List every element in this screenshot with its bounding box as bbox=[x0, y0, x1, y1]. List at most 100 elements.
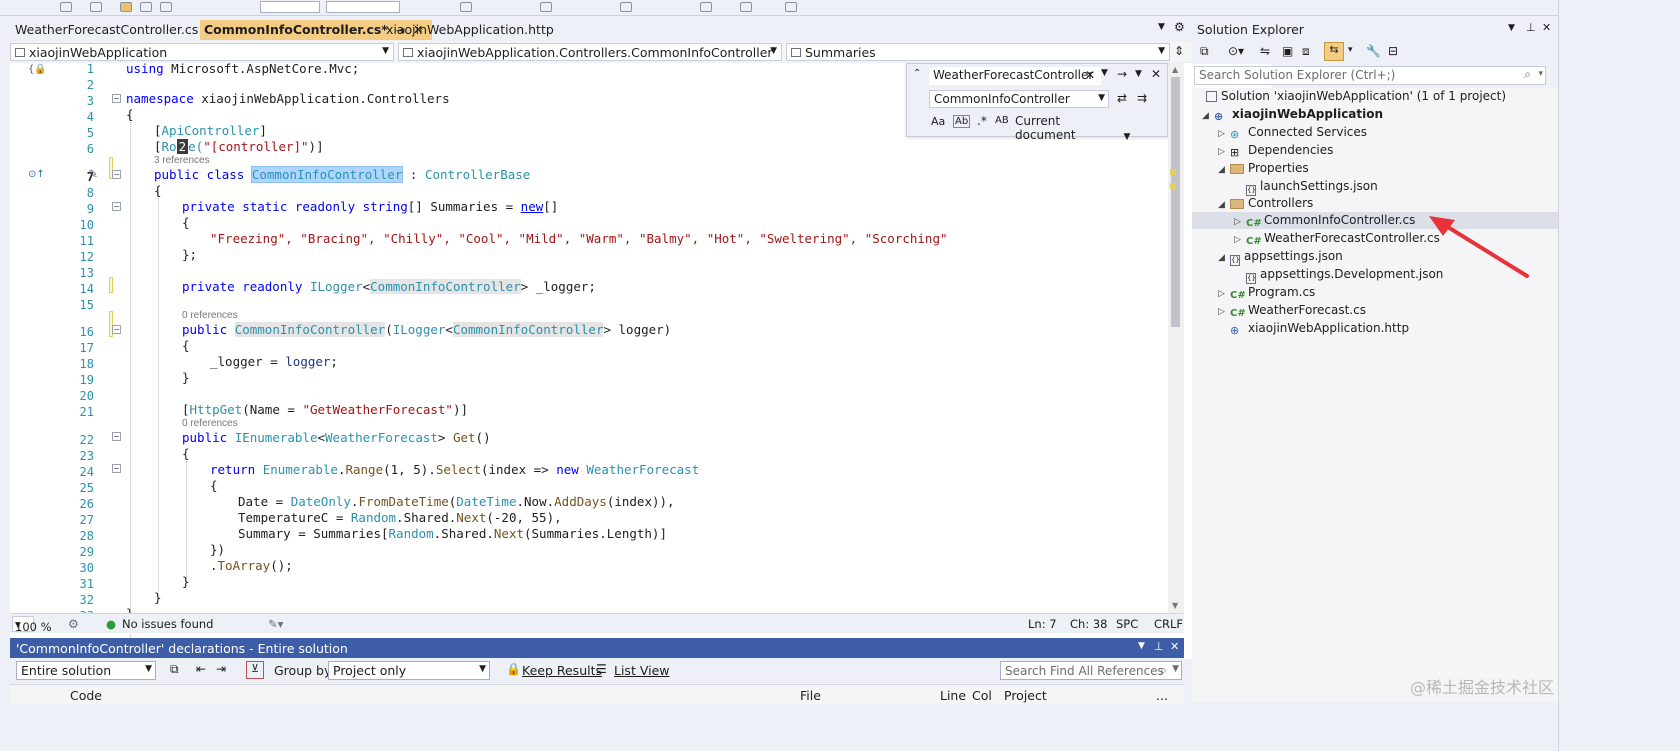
preview-selected-icon[interactable]: ⇆ bbox=[1324, 42, 1344, 61]
expanded-arrow-icon[interactable]: ◢ bbox=[1218, 250, 1230, 266]
column-col[interactable]: Col bbox=[972, 688, 992, 703]
collapsed-arrow-icon[interactable]: ▷ bbox=[1234, 232, 1246, 248]
column-more[interactable]: ... bbox=[1156, 688, 1168, 703]
refresh-icon[interactable] bbox=[540, 2, 552, 12]
tree-node-http-file[interactable]: ⊕ xiaojinWebApplication.http bbox=[1230, 320, 1409, 337]
expanded-arrow-icon[interactable]: ◢ bbox=[1218, 162, 1230, 178]
zoom-select[interactable]: 100 % ▾ bbox=[12, 616, 52, 634]
list-view-button[interactable]: List View bbox=[614, 663, 670, 678]
column-file[interactable]: File bbox=[800, 688, 821, 703]
sync-icon[interactable]: ⇋ bbox=[1260, 44, 1270, 58]
panel-menu-icon[interactable]: ▼ bbox=[1508, 23, 1515, 33]
save-icon[interactable] bbox=[90, 2, 102, 12]
match-case-toggle[interactable]: Aa bbox=[931, 115, 945, 128]
line-ending-status[interactable]: CRLF bbox=[1154, 617, 1183, 631]
tree-node-dependencies[interactable]: ▷ ⊞ Dependencies bbox=[1218, 142, 1333, 159]
split-view-icon[interactable]: ⇕ bbox=[1174, 44, 1184, 58]
save-all-icon[interactable] bbox=[140, 2, 152, 12]
fold-toggle[interactable]: − bbox=[112, 464, 121, 473]
chevron-down-icon[interactable]: ▾ bbox=[1348, 45, 1353, 55]
tab-http-file[interactable]: xiaojinWebApplication.http bbox=[378, 20, 562, 40]
tree-node-launchsettings[interactable]: {} launchSettings.json bbox=[1246, 178, 1378, 196]
replace-next-icon[interactable]: ⇄ bbox=[1117, 91, 1127, 105]
expanded-arrow-icon[interactable]: ◢ bbox=[1202, 108, 1214, 124]
fold-toggle[interactable]: − bbox=[112, 202, 121, 211]
replace-input[interactable]: CommonInfoController ▼ bbox=[929, 90, 1109, 108]
column-status[interactable]: Ch: 38 bbox=[1070, 617, 1107, 631]
redo-icon[interactable] bbox=[160, 2, 172, 12]
next-location-icon[interactable]: ⇥ bbox=[216, 662, 226, 676]
collapsed-arrow-icon[interactable]: ▷ bbox=[1218, 304, 1230, 320]
show-all-files-icon[interactable]: ⧈ bbox=[1302, 44, 1310, 59]
collapse-all-icon[interactable]: ▣ bbox=[1282, 44, 1293, 58]
tree-node-appsettings-development[interactable]: {} appsettings.Development.json bbox=[1246, 266, 1443, 284]
tree-node-properties[interactable]: ◢ Properties bbox=[1218, 160, 1309, 177]
properties-wrench-icon[interactable]: 🔧 bbox=[1366, 44, 1381, 58]
quick-action-icon[interactable]: {🔒 bbox=[28, 64, 47, 75]
references-codelens[interactable]: 0 references bbox=[182, 418, 238, 429]
replace-all-icon[interactable]: ⇉ bbox=[1137, 91, 1147, 105]
scroll-up-icon[interactable]: ▲ bbox=[1172, 65, 1178, 74]
keep-results-button[interactable]: Keep Results bbox=[522, 663, 602, 678]
pending-changes-icon[interactable]: ⊟ bbox=[1388, 44, 1398, 58]
references-codelens[interactable]: 0 references bbox=[182, 310, 238, 321]
cleanup-icon[interactable]: ⚙ bbox=[68, 617, 79, 631]
filter-icon[interactable]: ⊻ bbox=[246, 661, 264, 679]
pin-panel-icon[interactable]: ⊥ bbox=[1526, 21, 1536, 34]
tree-node-weatherforecast[interactable]: ▷ C# WeatherForecast.cs bbox=[1218, 302, 1366, 319]
tree-node-project[interactable]: ◢ ⊕ xiaojinWebApplication bbox=[1202, 106, 1383, 123]
copy-icon[interactable]: ⧉ bbox=[170, 662, 179, 677]
whole-word-toggle[interactable]: Ab bbox=[953, 115, 971, 128]
panel-menu-icon[interactable]: ▼ bbox=[1138, 641, 1145, 651]
regex-toggle[interactable]: .* bbox=[977, 114, 987, 128]
brush-status-icon[interactable]: ✎▾ bbox=[268, 617, 283, 631]
references-codelens[interactable]: 3 references bbox=[154, 155, 210, 166]
collapsed-arrow-icon[interactable]: ▷ bbox=[1234, 214, 1246, 230]
column-code[interactable]: Code bbox=[70, 688, 102, 703]
fold-toggle[interactable]: − bbox=[112, 432, 121, 441]
editor-scrollbar[interactable]: ▲ ▼ bbox=[1168, 63, 1184, 613]
tab-weatherforecastcontroller[interactable]: WeatherForecastController.cs bbox=[0, 20, 206, 40]
platform-combo[interactable] bbox=[326, 1, 400, 13]
collapse-replace-icon[interactable]: ⌃ bbox=[913, 68, 921, 79]
open-icon[interactable] bbox=[120, 2, 132, 12]
tab-overflow-chevron-icon[interactable]: ▼ bbox=[1158, 22, 1165, 32]
solution-explorer-search[interactable]: Search Solution Explorer (Ctrl+;) ⌕ ▾ bbox=[1194, 66, 1546, 85]
project-combo[interactable]: xiaojinWebApplication ▼ bbox=[10, 43, 394, 61]
search-scope-select[interactable]: Current document ▼ bbox=[1015, 114, 1167, 142]
tree-node-connected-services[interactable]: ▷ ⊛ Connected Services bbox=[1218, 124, 1367, 141]
find-next-icon[interactable]: → bbox=[1117, 67, 1127, 81]
collapsed-arrow-icon[interactable]: ▷ bbox=[1218, 286, 1230, 302]
clear-find-icon[interactable]: ✕ bbox=[1085, 68, 1095, 82]
comment-icon[interactable] bbox=[740, 2, 752, 12]
close-panel-icon[interactable]: ✕ bbox=[1542, 21, 1551, 34]
run-icon[interactable] bbox=[460, 2, 472, 12]
type-combo[interactable]: xiaojinWebApplication.Controllers.Common… bbox=[398, 43, 782, 61]
tree-node-appsettings[interactable]: ◢{} appsettings.json bbox=[1218, 248, 1343, 266]
tree-node-solution[interactable]: Solution 'xiaojinWebApplication' (1 of 1… bbox=[1206, 88, 1506, 105]
preserve-case-toggle[interactable]: AB bbox=[995, 115, 1009, 126]
member-combo[interactable]: Summaries ▼ bbox=[786, 43, 1170, 61]
column-line[interactable]: Line bbox=[940, 688, 966, 703]
history-icon[interactable]: ⊙▾ bbox=[1228, 44, 1244, 58]
whitespace-status[interactable]: SPC bbox=[1116, 617, 1138, 631]
scope-select[interactable]: Entire solution ▼ bbox=[16, 661, 156, 680]
bookmark-icon[interactable] bbox=[700, 2, 712, 12]
find-input[interactable]: WeatherForecastController bbox=[929, 67, 1101, 85]
scrollbar-thumb[interactable] bbox=[1171, 77, 1180, 327]
config-combo[interactable] bbox=[260, 1, 320, 13]
collapsed-arrow-icon[interactable]: ▷ bbox=[1218, 144, 1230, 160]
find-icon[interactable] bbox=[785, 2, 797, 12]
group-by-select[interactable]: Project only ▼ bbox=[328, 661, 490, 680]
switch-views-icon[interactable]: ⧉ bbox=[1200, 44, 1209, 59]
pin-panel-icon[interactable]: ⊥ bbox=[1154, 640, 1164, 653]
tool-icon[interactable] bbox=[620, 2, 632, 12]
undo-icon[interactable] bbox=[60, 2, 72, 12]
close-find-icon[interactable]: ✕ bbox=[1151, 67, 1161, 81]
column-project[interactable]: Project bbox=[1004, 688, 1047, 703]
collapsed-arrow-icon[interactable]: ▷ bbox=[1218, 126, 1230, 142]
find-history-chevron-icon[interactable]: ▼ bbox=[1101, 68, 1108, 78]
close-panel-icon[interactable]: ✕ bbox=[1170, 640, 1179, 653]
tree-node-controllers[interactable]: ◢ Controllers bbox=[1218, 195, 1313, 212]
tree-node-weatherforecastcontroller[interactable]: ▷ C# WeatherForecastController.cs bbox=[1234, 230, 1440, 247]
